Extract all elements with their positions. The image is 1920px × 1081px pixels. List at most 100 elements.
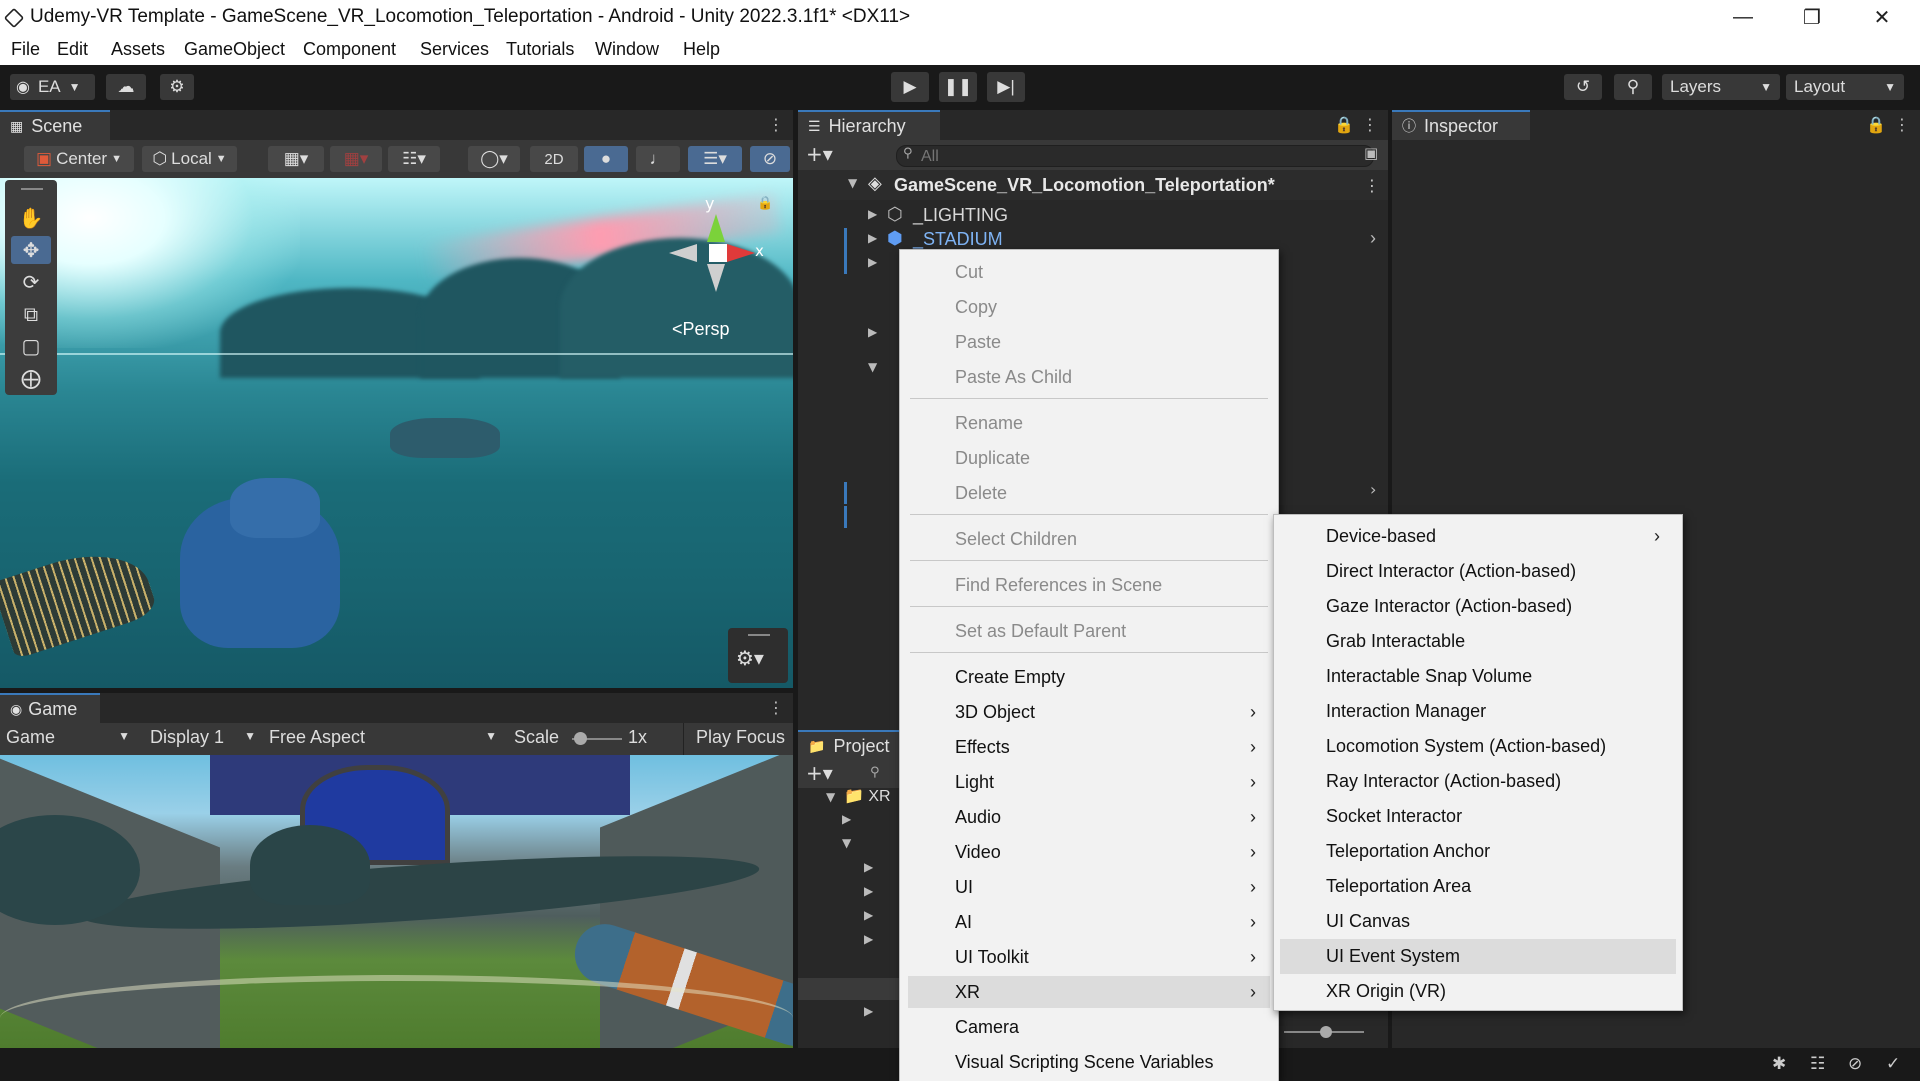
menu-item-select-children[interactable]: Select Children: [900, 523, 1278, 555]
menu-item-delete[interactable]: Delete: [900, 477, 1278, 509]
persp-label[interactable]: <Persp: [672, 319, 730, 340]
lock-icon[interactable]: 🔒: [1866, 115, 1886, 134]
expand-arrow-icon[interactable]: ▼: [826, 790, 835, 804]
submenu-item-ray-interactor[interactable]: Ray Interactor (Action-based): [1274, 764, 1682, 799]
menu-item-cut[interactable]: Cut: [900, 256, 1278, 288]
expand-arrow-icon[interactable]: ▶: [868, 325, 877, 339]
submenu-item-ui-event-system[interactable]: UI Event System: [1280, 939, 1676, 974]
tab-game[interactable]: ◉ Game: [0, 693, 100, 723]
game-viewport[interactable]: [0, 755, 793, 1048]
restore-icon[interactable]: ❐: [1782, 0, 1842, 35]
move-tool-icon[interactable]: ✥: [11, 236, 51, 264]
hierarchy-search-input[interactable]: [919, 147, 1343, 167]
chevron-right-icon[interactable]: ›: [1370, 480, 1376, 499]
minimize-icon[interactable]: —: [1713, 0, 1773, 35]
submenu-item-gaze-interactor[interactable]: Gaze Interactor (Action-based): [1274, 589, 1682, 624]
submenu-item-xr-origin[interactable]: XR Origin (VR): [1274, 974, 1682, 1009]
scene-viewport[interactable]: y x 🔒 <Persp ⚙▾: [0, 178, 793, 688]
menu-item-camera[interactable]: Camera: [900, 1011, 1278, 1043]
visibility-icon[interactable]: ⊘: [750, 146, 790, 172]
check-icon[interactable]: ✓: [1886, 1054, 1900, 1074]
menu-window[interactable]: Window: [595, 39, 659, 60]
increment-snap-icon[interactable]: ☷▾: [388, 146, 440, 172]
camera-settings-icon[interactable]: ⚙▾: [736, 646, 764, 670]
menu-file[interactable]: File: [11, 39, 40, 60]
menu-item-rename[interactable]: Rename: [900, 407, 1278, 439]
toggle-2d-button[interactable]: 2D: [530, 146, 578, 172]
cloud-icon[interactable]: ☁: [106, 74, 146, 100]
menu-item-effects[interactable]: Effects ›: [900, 731, 1278, 763]
submenu-item-interaction-manager[interactable]: Interaction Manager: [1274, 694, 1682, 729]
expand-arrow-icon[interactable]: ▼: [848, 176, 857, 190]
scale-tool-icon[interactable]: ⧉: [11, 300, 51, 328]
expand-arrow-icon[interactable]: ▶: [864, 908, 873, 922]
lock-icon[interactable]: 🔒: [1334, 115, 1354, 134]
display-dropdown[interactable]: Display 1 ▼: [150, 727, 256, 748]
grid-snap-icon[interactable]: ▦▾: [268, 146, 324, 172]
expand-arrow-icon[interactable]: ▶: [864, 1004, 873, 1018]
menu-item-copy[interactable]: Copy: [900, 291, 1278, 323]
menu-item-video[interactable]: Video ›: [900, 836, 1278, 868]
tab-inspector[interactable]: ⓘ Inspector: [1392, 110, 1530, 140]
aspect-dropdown[interactable]: Free Aspect ▼: [269, 727, 497, 748]
project-folder-xr[interactable]: 📁 XR: [844, 786, 891, 806]
expand-arrow-icon[interactable]: ▶: [864, 860, 873, 874]
lighting-icon[interactable]: ●: [584, 146, 628, 172]
menu-tutorials[interactable]: Tutorials: [506, 39, 574, 60]
menu-item-duplicate[interactable]: Duplicate: [900, 442, 1278, 474]
audio-icon[interactable]: ♩: [636, 146, 680, 172]
menu-item-light[interactable]: Light ›: [900, 766, 1278, 798]
hierarchy-item-lighting[interactable]: ▶ ⬡ _LIGHTING: [798, 204, 1388, 228]
tab-project[interactable]: 📁 Project: [798, 730, 908, 760]
hierarchy-search[interactable]: ⚲: [896, 145, 1374, 167]
submenu-item-socket-interactor[interactable]: Socket Interactor: [1274, 799, 1682, 834]
debug-icon[interactable]: ✱: [1772, 1054, 1786, 1074]
expand-arrow-icon[interactable]: ▶: [864, 932, 873, 946]
menu-item-default-parent[interactable]: Set as Default Parent: [900, 615, 1278, 647]
add-icon[interactable]: +▾: [806, 142, 833, 166]
pause-button[interactable]: ❚❚: [939, 72, 977, 102]
expand-arrow-icon[interactable]: ▶: [868, 255, 877, 269]
gizmo-center[interactable]: [709, 244, 727, 262]
submenu-item-teleportation-area[interactable]: Teleportation Area: [1274, 869, 1682, 904]
cache-icon[interactable]: ☷: [1810, 1054, 1825, 1074]
expand-arrow-icon[interactable]: ▶: [868, 207, 877, 221]
account-dropdown[interactable]: ◉ EA ▼: [10, 74, 95, 100]
layout-dropdown[interactable]: Layout ▼: [1786, 74, 1904, 100]
step-button[interactable]: ▶|: [987, 72, 1025, 102]
rect-tool-icon[interactable]: ▢: [11, 332, 51, 360]
progress-icon[interactable]: ⊘: [1848, 1054, 1862, 1074]
play-button[interactable]: ▶: [891, 72, 929, 102]
inspector-menu-icon[interactable]: ⋮: [1894, 115, 1910, 134]
menu-item-audio[interactable]: Audio ›: [900, 801, 1278, 833]
expand-arrow-icon[interactable]: ▶: [868, 231, 877, 245]
scene-visibility-icon[interactable]: ▣: [1364, 144, 1378, 162]
hand-tool-icon[interactable]: ✋: [11, 204, 51, 232]
effects-icon[interactable]: ☰▾: [688, 146, 742, 172]
pivot-dropdown[interactable]: ▣ Center ▼: [24, 146, 134, 172]
game-mode-dropdown[interactable]: Game ▼: [6, 727, 130, 748]
chevron-right-icon[interactable]: ›: [1370, 228, 1376, 249]
submenu-item-device-based[interactable]: Device-based ›: [1274, 519, 1682, 554]
submenu-item-teleportation-anchor[interactable]: Teleportation Anchor: [1274, 834, 1682, 869]
menu-item-visual-scripting[interactable]: Visual Scripting Scene Variables: [900, 1046, 1278, 1078]
menu-services[interactable]: Services: [420, 39, 489, 60]
hierarchy-menu-icon[interactable]: ⋮: [1362, 115, 1378, 134]
space-dropdown[interactable]: ⬡ Local ▼: [142, 146, 237, 172]
history-icon[interactable]: ↺: [1564, 74, 1602, 100]
drag-handle[interactable]: [748, 634, 770, 636]
menu-help[interactable]: Help: [683, 39, 720, 60]
scale-slider-thumb[interactable]: [574, 732, 587, 745]
orientation-gizmo[interactable]: y x 🔒: [665, 194, 785, 304]
tab-scene[interactable]: ▦ Scene: [0, 110, 110, 140]
menu-item-ui[interactable]: UI ›: [900, 871, 1278, 903]
menu-component[interactable]: Component: [303, 39, 396, 60]
submenu-item-direct-interactor[interactable]: Direct Interactor (Action-based): [1274, 554, 1682, 589]
menu-gameobject[interactable]: GameObject: [184, 39, 285, 60]
scene-menu-icon[interactable]: ⋮: [768, 115, 784, 134]
menu-item-ai[interactable]: AI ›: [900, 906, 1278, 938]
expand-arrow-icon[interactable]: ▼: [842, 836, 851, 850]
menu-item-paste-as-child[interactable]: Paste As Child: [900, 361, 1278, 393]
submenu-item-ui-canvas[interactable]: UI Canvas: [1274, 904, 1682, 939]
hierarchy-scene-row[interactable]: ▼ ◈ GameScene_VR_Locomotion_Teleportatio…: [798, 170, 1388, 200]
